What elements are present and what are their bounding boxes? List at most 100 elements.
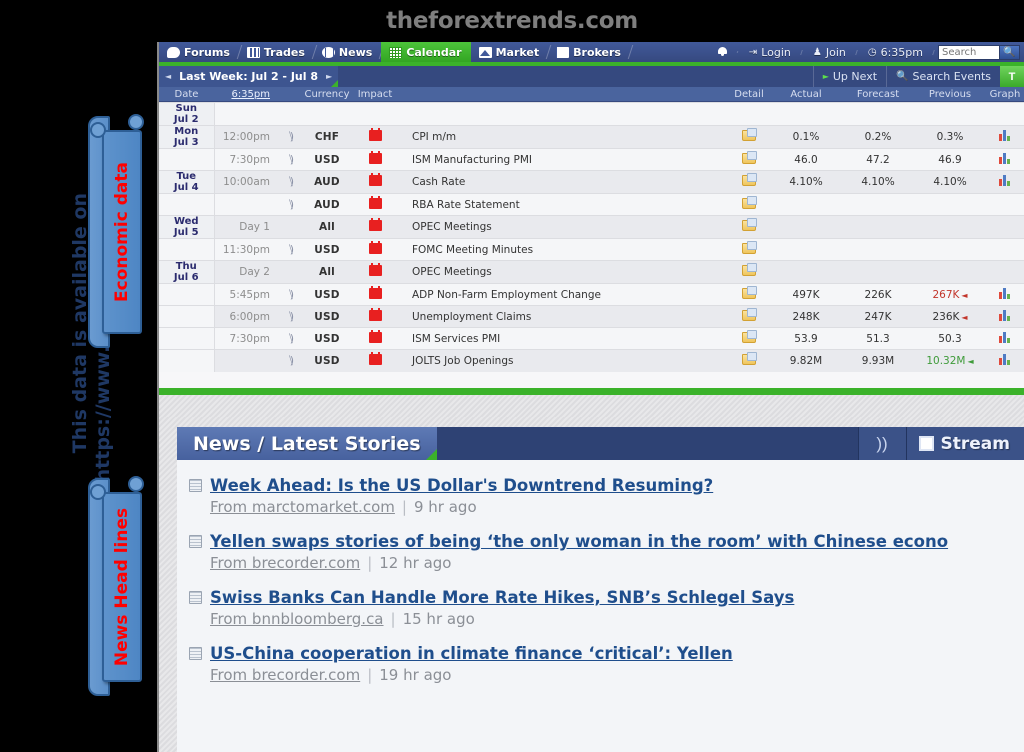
bar-chart-icon[interactable] [998, 331, 1012, 343]
story-source-link[interactable]: From bnnbloomberg.ca [210, 610, 384, 628]
list-item[interactable]: Yellen swaps stories of being ‘the only … [177, 526, 1024, 582]
table-row[interactable]: Thu Jul 6 Day 2 All OPEC Meetings [159, 260, 1024, 284]
table-row[interactable]: ⧹) AUD RBA Rate Statement [159, 193, 1024, 216]
cell-sound-alert[interactable] [276, 260, 304, 284]
week-selector[interactable]: ◄ Last Week: Jul 2 - Jul 8 ► [159, 66, 339, 87]
cell-detail[interactable] [728, 349, 770, 372]
story-title-link[interactable]: Yellen swaps stories of being ‘the only … [210, 532, 948, 551]
detail-folder-icon[interactable] [742, 240, 757, 254]
detail-folder-icon[interactable] [742, 150, 757, 164]
cell-graph[interactable] [986, 327, 1024, 350]
cell-sound-alert[interactable] [276, 215, 304, 239]
cell-detail[interactable] [728, 305, 770, 328]
table-row[interactable]: Mon Jul 3 12:00pm ⧹) CHF CPI m/m 0.1% 0.2% 0.3% [159, 125, 1024, 149]
nav-tab-calendar[interactable]: Calendar [381, 42, 471, 62]
next-week-icon[interactable]: ► [326, 72, 332, 81]
bar-chart-icon[interactable] [998, 353, 1012, 365]
cell-sound-alert[interactable]: ⧹) [276, 170, 304, 194]
bar-chart-icon[interactable] [998, 152, 1012, 164]
cell-detail[interactable] [728, 102, 770, 126]
cell-sound-alert[interactable]: ⧹) [276, 305, 304, 328]
story-source-link[interactable]: From brecorder.com [210, 554, 360, 572]
cell-event[interactable]: Cash Rate [400, 170, 728, 194]
cell-graph[interactable] [986, 125, 1024, 149]
nav-tab-brokers[interactable]: Brokers [548, 42, 630, 62]
cell-detail[interactable] [728, 215, 770, 239]
filter-button[interactable]: T [1000, 66, 1024, 87]
stream-checkbox[interactable] [918, 436, 934, 451]
clock-display[interactable]: ◷ 6:35pm [857, 46, 934, 59]
detail-folder-icon[interactable] [742, 329, 757, 343]
detail-folder-icon[interactable] [742, 173, 757, 186]
cell-graph[interactable] [986, 238, 1024, 261]
cell-sound-alert[interactable] [276, 102, 304, 126]
cell-detail[interactable] [728, 238, 770, 261]
cell-sound-alert[interactable]: ⧹) [276, 327, 304, 350]
search-icon[interactable]: 🔍 [1000, 44, 1020, 60]
bar-chart-icon[interactable] [998, 309, 1012, 321]
cell-detail[interactable] [728, 327, 770, 350]
search-events-button[interactable]: 🔍 Search Events [886, 66, 1000, 87]
prev-week-icon[interactable]: ◄ [165, 72, 171, 81]
cell-sound-alert[interactable]: ⧹) [276, 148, 304, 171]
cell-graph[interactable] [986, 260, 1024, 284]
cell-sound-alert[interactable]: ⧹) [276, 125, 304, 149]
cell-graph[interactable] [986, 170, 1024, 194]
cell-graph[interactable] [986, 305, 1024, 328]
sound-icon[interactable]: )) [857, 427, 906, 460]
cell-detail[interactable] [728, 148, 770, 171]
cell-event[interactable]: ISM Services PMI [400, 327, 728, 350]
cell-graph[interactable] [986, 148, 1024, 171]
story-title-link[interactable]: US-China cooperation in climate finance … [210, 644, 733, 663]
nav-tab-trades[interactable]: Trades [239, 42, 314, 62]
story-source-link[interactable]: From brecorder.com [210, 666, 360, 684]
cell-detail[interactable] [728, 170, 770, 194]
cell-sound-alert[interactable]: ⧹) [276, 238, 304, 261]
search-input[interactable] [938, 44, 1000, 60]
table-row[interactable]: 6:00pm ⧹) USD Unemployment Claims 248K 247K 23… [159, 305, 1024, 328]
nav-tab-forums[interactable]: Forums [159, 42, 239, 62]
table-row[interactable]: Tue Jul 4 10:00am ⧹) AUD Cash Rate 4.10% 4.10% 4… [159, 170, 1024, 194]
cell-sound-alert[interactable]: ⧹) [276, 349, 304, 372]
bar-chart-icon[interactable] [998, 130, 1012, 141]
cell-event[interactable]: ISM Manufacturing PMI [400, 148, 728, 171]
cell-event[interactable]: CPI m/m [400, 125, 728, 149]
cell-graph[interactable] [986, 215, 1024, 239]
cell-detail[interactable] [728, 283, 770, 306]
table-row[interactable]: 7:30pm ⧹) USD ISM Services PMI 53.9 51.3 50.3 [159, 327, 1024, 350]
bar-chart-icon[interactable] [998, 175, 1012, 186]
cell-event[interactable]: RBA Rate Statement [400, 193, 728, 216]
cell-event[interactable]: OPEC Meetings [400, 215, 728, 239]
table-row[interactable]: 5:45pm ⧹) USD ADP Non-Farm Employment Chang… [159, 283, 1024, 306]
nav-tab-market[interactable]: Market [471, 42, 549, 62]
cell-graph[interactable] [986, 193, 1024, 216]
list-item[interactable]: Swiss Banks Can Handle More Rate Hikes, … [177, 582, 1024, 638]
cell-detail[interactable] [728, 125, 770, 149]
up-next-button[interactable]: ► Up Next [812, 66, 886, 87]
cell-event[interactable]: OPEC Meetings [400, 260, 728, 284]
login-button[interactable]: ⇥ Login [738, 46, 802, 59]
detail-folder-icon[interactable] [742, 351, 757, 365]
cell-event[interactable]: FOMC Meeting Minutes [400, 238, 728, 261]
cell-event[interactable]: JOLTS Job Openings [400, 349, 728, 372]
detail-folder-icon[interactable] [742, 195, 757, 209]
table-row[interactable]: 11:30pm ⧹) USD FOMC Meeting Minutes [159, 238, 1024, 261]
story-title-link[interactable]: Week Ahead: Is the US Dollar's Downtrend… [210, 476, 713, 495]
cell-detail[interactable] [728, 260, 770, 284]
detail-folder-icon[interactable] [742, 128, 757, 141]
col-time[interactable]: 6:35pm [214, 89, 276, 100]
notifications-button[interactable] [707, 47, 738, 57]
stream-toggle[interactable]: Stream [905, 427, 1024, 460]
cell-sound-alert[interactable]: ⧹) [276, 283, 304, 306]
cell-detail[interactable] [728, 193, 770, 216]
join-button[interactable]: ♟ Join [802, 46, 857, 59]
detail-folder-icon[interactable] [742, 285, 757, 299]
cell-event[interactable]: ADP Non-Farm Employment Change [400, 283, 728, 306]
cell-sound-alert[interactable]: ⧹) [276, 193, 304, 216]
table-row[interactable]: ⧹) USD JOLTS Job Openings 9.82M 9.93M 10.32M ◄ [159, 349, 1024, 372]
story-source-link[interactable]: From marctomarket.com [210, 498, 395, 516]
nav-tab-news[interactable]: News [314, 42, 381, 62]
table-row[interactable]: 7:30pm ⧹) USD ISM Manufacturing PMI 46.0 47.2… [159, 148, 1024, 171]
cell-event[interactable]: Unemployment Claims [400, 305, 728, 328]
story-title-link[interactable]: Swiss Banks Can Handle More Rate Hikes, … [210, 588, 794, 607]
